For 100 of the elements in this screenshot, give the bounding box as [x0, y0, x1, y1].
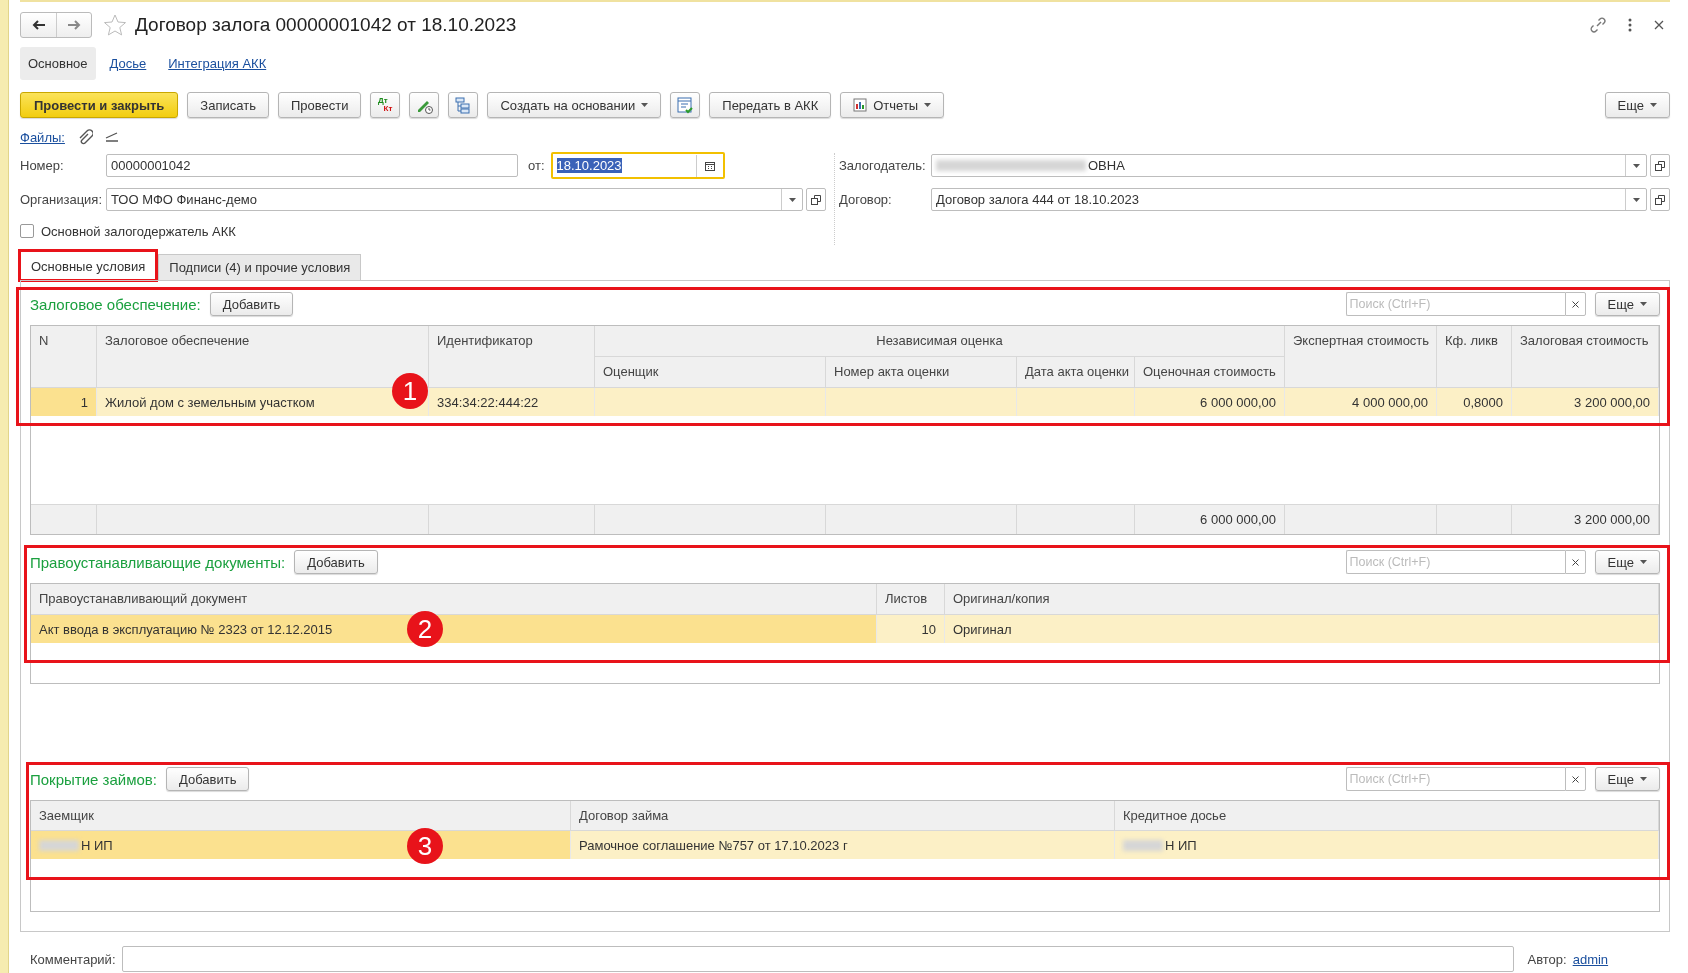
add-button[interactable]: Добавить — [294, 550, 378, 574]
table-cell: 334:34:22:444:22 — [429, 388, 595, 416]
column-header: Правоустанавливающий документ — [31, 584, 877, 615]
nav-tab[interactable]: Интеграция АКК — [160, 46, 275, 80]
checkbox-label: Основной залогодержатель АКК — [41, 223, 236, 239]
author-link[interactable]: admin — [1572, 951, 1609, 967]
search-field[interactable]: Поиск (Ctrl+F) — [1345, 550, 1565, 574]
input-field[interactable]: 00000001042 — [106, 154, 518, 177]
clear-search-button[interactable] — [1564, 550, 1586, 574]
open-button[interactable] — [1650, 188, 1670, 211]
clear-search-button[interactable] — [1564, 292, 1586, 316]
table-cell: 6 000 000,00 — [1135, 388, 1285, 416]
column-header: Оригинал/копия — [945, 584, 1659, 615]
column-header: Заемщик — [31, 801, 571, 831]
column-group-header: Независимая оценка — [595, 326, 1285, 357]
clear-icon — [1571, 300, 1579, 308]
table-cell: 1 — [31, 388, 97, 416]
column-header: Кредитное досье — [1115, 801, 1659, 831]
caret-icon — [1632, 197, 1640, 202]
open-window-icon — [1655, 194, 1665, 205]
close-icon[interactable] — [1654, 20, 1664, 30]
section-title: Покрытие займов: — [30, 770, 157, 788]
more-button[interactable]: Еще — [1594, 550, 1660, 574]
star-icon[interactable] — [104, 14, 126, 36]
form-tab[interactable]: Подписи (4) и прочие условия — [158, 254, 362, 280]
window-title: Договор залога 00000001042 от 18.10.2023 — [135, 14, 517, 36]
more-icon[interactable] — [1628, 18, 1632, 32]
table-cell: 0,8000 — [1437, 388, 1512, 416]
add-button[interactable]: Добавить — [209, 292, 294, 316]
menu-button[interactable]: Создать на основании — [487, 92, 662, 118]
post-and-close-button[interactable]: Провести и закрыть — [20, 92, 179, 118]
toolbar-button[interactable]: Передать в АКК — [709, 92, 832, 118]
total-cell — [31, 504, 97, 534]
hierarchy-icon — [454, 96, 473, 114]
toolbar-button[interactable]: Провести — [277, 92, 362, 118]
table-cell: Н ИП — [1115, 831, 1659, 859]
signature-icon[interactable] — [104, 132, 119, 142]
input-field[interactable]: Договор залога 444 от 18.10.2023 — [931, 188, 1647, 211]
section-title: Залоговое обеспечение: — [30, 295, 201, 313]
nav-tab[interactable]: Досье — [101, 46, 155, 80]
table-cell: Рамочное соглашение №757 от 17.10.2023 г — [571, 831, 1115, 859]
section-title: Правоустанавливающие документы: — [30, 553, 286, 571]
column-header: Залоговая стоимость — [1512, 326, 1659, 388]
total-cell: 3 200 000,00 — [1512, 504, 1659, 534]
caret-icon — [788, 197, 796, 202]
nav-tab[interactable]: Основное — [20, 46, 96, 80]
column-header: Листов — [877, 584, 945, 615]
caret-icon — [1640, 777, 1647, 781]
field-label: Номер: — [20, 158, 65, 173]
table-cell: 3 200 000,00 — [1512, 388, 1659, 416]
debit-credit-button[interactable]: Дт Кт — [370, 92, 401, 118]
document-check-icon — [676, 96, 695, 114]
form-tab[interactable]: Основные условия — [20, 251, 157, 280]
field-label: Автор: — [1527, 951, 1567, 967]
clear-search-button[interactable] — [1564, 767, 1586, 791]
table-cell: 4 000 000,00 — [1285, 388, 1437, 416]
forward-arrow-icon — [67, 20, 81, 30]
toolbar-icon-button[interactable] — [409, 92, 440, 118]
search-field[interactable]: Поиск (Ctrl+F) — [1345, 292, 1565, 316]
input-field[interactable]: 18.10.2023 — [550, 152, 725, 179]
checkbox[interactable] — [20, 224, 34, 238]
caret-icon — [1640, 302, 1647, 306]
caret-icon — [924, 103, 932, 107]
input-field[interactable]: ТОО МФО Финанс-демо — [106, 188, 803, 211]
redacted-text — [1123, 839, 1163, 851]
total-cell: 6 000 000,00 — [1135, 504, 1285, 534]
open-button[interactable] — [806, 188, 826, 211]
redacted-text — [39, 839, 79, 851]
menu-button[interactable]: Еще — [1604, 92, 1670, 118]
search-field[interactable]: Поиск (Ctrl+F) — [1345, 767, 1565, 791]
open-window-icon — [1655, 160, 1665, 171]
field-label: Залогодатель: — [839, 158, 927, 173]
link-icon[interactable] — [1590, 17, 1606, 33]
add-button[interactable]: Добавить — [165, 767, 250, 791]
menu-button[interactable]: Отчеты — [840, 92, 945, 118]
caret-icon — [1640, 560, 1647, 564]
column-header: Кф. ликв — [1437, 326, 1512, 388]
table-cell: 10 — [877, 615, 945, 643]
more-button[interactable]: Еще — [1594, 767, 1660, 791]
table-cell: Оригинал — [945, 615, 1659, 643]
open-window-icon — [811, 194, 821, 205]
column-header: Договор займа — [571, 801, 1115, 831]
files-link[interactable]: Файлы: — [20, 129, 65, 145]
toolbar-button[interactable]: Записать — [187, 92, 269, 118]
field-label: от: — [528, 158, 545, 173]
input-field[interactable]: ОВНА — [931, 154, 1647, 177]
toolbar-icon-button[interactable] — [448, 92, 479, 118]
column-header: Экспертная стоимость — [1285, 326, 1437, 388]
column-header: Номер акта оценки — [826, 357, 1017, 388]
column-header: Идентификатор — [429, 326, 595, 388]
field-label: Комментарий: — [30, 951, 116, 967]
toolbar-icon-button[interactable] — [670, 92, 701, 118]
more-button[interactable]: Еще — [1594, 292, 1660, 316]
caret-icon — [1650, 103, 1657, 107]
calendar-icon[interactable] — [704, 160, 715, 171]
comment-field[interactable] — [121, 946, 1514, 972]
column-header: Дата акта оценки — [1017, 357, 1135, 388]
open-button[interactable] — [1650, 154, 1670, 177]
caret-icon — [1632, 163, 1640, 168]
column-header: Оценщик — [595, 357, 826, 388]
